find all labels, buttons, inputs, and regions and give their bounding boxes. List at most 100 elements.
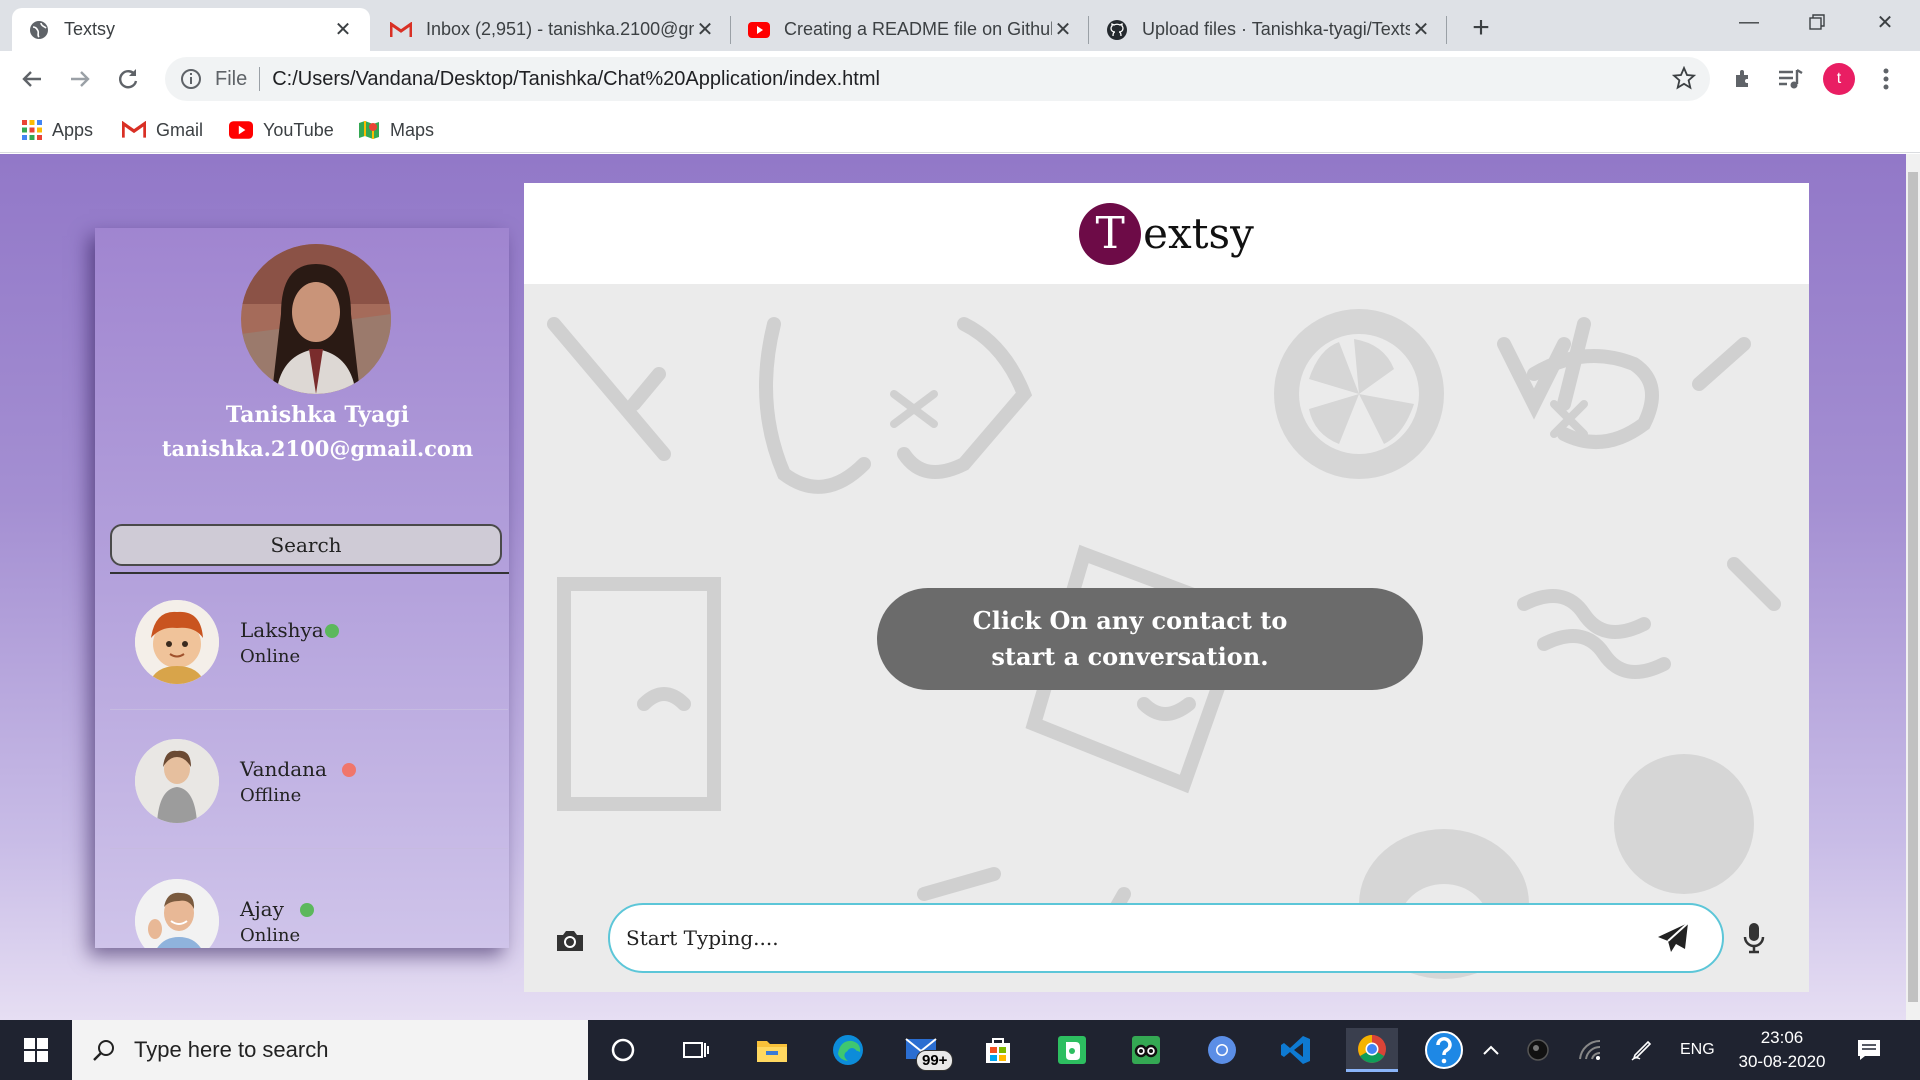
tab-github[interactable]: Upload files · Tanishka-tyagi/Textsy ✕ [1090, 8, 1448, 51]
tab-title: Creating a README file on Github [784, 19, 1052, 39]
tab-separator [1088, 16, 1089, 44]
file-explorer-icon[interactable] [746, 1028, 798, 1072]
tab-separator [1446, 16, 1447, 44]
divider [110, 848, 508, 849]
contact-avatar [135, 879, 219, 948]
extensions-icon[interactable] [1728, 63, 1760, 95]
bookmark-gmail[interactable]: Gmail [122, 115, 203, 145]
chrome-icon[interactable] [1346, 1028, 1398, 1072]
bookmark-star-icon[interactable] [1671, 65, 1697, 95]
edge-browser-icon[interactable] [822, 1028, 874, 1072]
browser-toolbar: File C:/Users/Vandana/Desktop/Tanishka/C… [0, 51, 1920, 107]
taskbar-search-placeholder: Type here to search [134, 1037, 329, 1062]
tab-textsy[interactable]: Textsy ✕ [12, 8, 370, 51]
tab-separator [730, 16, 731, 44]
profile-avatar[interactable]: t [1823, 63, 1855, 95]
info-icon[interactable] [179, 67, 203, 91]
bookmark-apps[interactable]: Apps [22, 115, 93, 145]
tab-strip: Textsy ✕ Inbox (2,951) - tanishka.2100@g… [0, 0, 1920, 51]
notifications-icon[interactable] [1856, 1020, 1886, 1080]
contact-avatar [135, 739, 219, 823]
close-tab-icon[interactable]: ✕ [694, 17, 716, 42]
contact-name: Lakshya [240, 618, 324, 642]
logo-text: extsy [1143, 209, 1254, 258]
close-tab-icon[interactable]: ✕ [332, 17, 354, 42]
user-avatar[interactable] [241, 244, 391, 394]
globe-icon [28, 19, 50, 41]
cortana-icon[interactable] [597, 1028, 649, 1072]
clock-time: 23:06 [1760, 1028, 1804, 1047]
tray-chevron-icon[interactable] [1482, 1020, 1506, 1080]
start-conversation-prompt: Click On any contact to start a conversa… [877, 588, 1423, 690]
task-view-icon[interactable] [670, 1028, 722, 1072]
contact-item-lakshya[interactable]: Lakshya Online [110, 572, 508, 710]
reload-button[interactable] [108, 59, 148, 99]
status-dot [342, 763, 356, 777]
youtube-icon [748, 19, 770, 41]
github-icon [1106, 19, 1128, 41]
tab-title: Upload files · Tanishka-tyagi/Textsy [1142, 19, 1410, 39]
camera-icon[interactable] [554, 925, 586, 957]
chromium-icon[interactable] [1196, 1028, 1248, 1072]
apps-grid-icon [22, 120, 42, 140]
back-button[interactable] [12, 59, 52, 99]
microphone-icon[interactable] [1739, 921, 1769, 955]
gmail-icon [390, 19, 412, 41]
contact-status: Online [240, 646, 301, 667]
forward-button[interactable] [60, 59, 100, 99]
contact-item-ajay[interactable]: Ajay Online [110, 851, 508, 948]
taskbar-search-box[interactable]: Type here to search [72, 1020, 588, 1080]
system-clock[interactable]: 23:06 30-08-2020 [1730, 1026, 1834, 1074]
tripadvisor-icon[interactable] [1120, 1028, 1172, 1072]
media-control-icon[interactable] [1774, 63, 1806, 95]
windows-start-button[interactable] [0, 1020, 72, 1080]
minimize-button[interactable]: — [1714, 0, 1784, 44]
chat-header: T extsy [524, 183, 1809, 284]
close-tab-icon[interactable]: ✕ [1410, 17, 1432, 42]
evernote-icon[interactable] [1046, 1028, 1098, 1072]
more-menu-icon[interactable] [1870, 63, 1902, 95]
page-scrollbar-thumb[interactable] [1908, 172, 1918, 1002]
chat-panel: T extsy Click On any contact to start a … [524, 183, 1809, 992]
contact-item-vandana[interactable]: Vandana Offline [110, 711, 508, 849]
message-input[interactable] [608, 903, 1724, 973]
close-window-button[interactable]: ✕ [1850, 0, 1920, 44]
divider [110, 709, 508, 710]
help-icon[interactable] [1418, 1028, 1470, 1072]
search-button[interactable]: Search [110, 524, 502, 566]
pen-icon[interactable] [1630, 1020, 1656, 1080]
status-dot [300, 903, 314, 917]
vscode-icon[interactable] [1270, 1028, 1322, 1072]
prompt-line-2: start a conversation. [991, 642, 1269, 671]
tab-youtube[interactable]: Creating a README file on Github ✕ [732, 8, 1090, 51]
bookmark-label: Apps [52, 119, 94, 140]
restore-button[interactable] [1782, 0, 1852, 44]
maps-icon [358, 119, 380, 141]
tab-gmail[interactable]: Inbox (2,951) - tanishka.2100@gmail.com … [374, 8, 732, 51]
bookmark-youtube[interactable]: YouTube [229, 115, 334, 145]
wifi-icon[interactable] [1578, 1020, 1604, 1080]
contacts-sidebar: Tanishka Tyagi tanishka.2100@gmail.com S… [95, 228, 509, 948]
close-tab-icon[interactable]: ✕ [1052, 17, 1074, 42]
windows-taskbar: Type here to search 99+ ENG 23:06 30-08-… [0, 1020, 1920, 1080]
clock-date: 30-08-2020 [1738, 1052, 1826, 1071]
language-indicator[interactable]: ENG [1680, 1020, 1715, 1080]
mail-badge: 99+ [916, 1050, 954, 1071]
send-icon[interactable] [1656, 921, 1690, 955]
tab-title: Textsy [64, 19, 116, 39]
contact-name: Vandana [240, 757, 327, 781]
address-bar[interactable]: File C:/Users/Vandana/Desktop/Tanishka/C… [165, 57, 1710, 101]
bookmarks-bar: Apps Gmail YouTube Maps [0, 107, 1920, 153]
user-name: Tanishka Tyagi [225, 402, 410, 428]
prompt-line-1: Click On any contact to [972, 606, 1288, 635]
tray-app-icon[interactable] [1526, 1020, 1552, 1080]
youtube-icon [229, 121, 253, 139]
gmail-icon [122, 121, 146, 139]
bookmark-maps[interactable]: Maps [358, 115, 434, 145]
store-icon[interactable] [972, 1028, 1024, 1072]
new-tab-button[interactable]: + [1465, 8, 1497, 48]
contact-avatar [135, 600, 219, 684]
app-page: Tanishka Tyagi tanishka.2100@gmail.com S… [0, 154, 1920, 1020]
user-email: tanishka.2100@gmail.com [161, 436, 474, 461]
url-text[interactable]: C:/Users/Vandana/Desktop/Tanishka/Chat%2… [272, 68, 880, 91]
